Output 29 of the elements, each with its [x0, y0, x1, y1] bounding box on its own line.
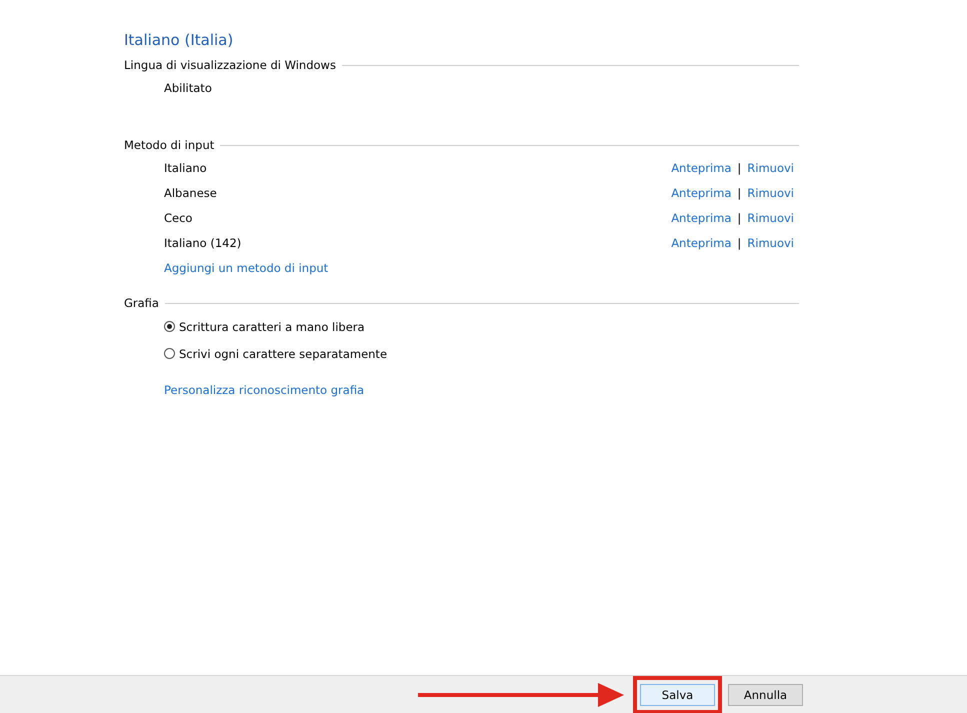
action-link[interactable]: Anteprima — [671, 236, 732, 250]
status-text: Abilitato — [164, 80, 212, 94]
section-heading: Grafia — [124, 296, 159, 310]
action-link[interactable]: Rimuovi — [747, 236, 794, 250]
add-link[interactable]: Personalizza riconoscimento grafia — [164, 382, 364, 396]
radio-label: Scrivi ogni carattere separatamente — [179, 346, 388, 360]
radio-button[interactable] — [164, 321, 175, 332]
cancel-button[interactable]: Annulla — [728, 684, 803, 706]
input-method-name: Albanese — [164, 186, 217, 200]
radio-label: Scrittura caratteri a mano libera — [179, 320, 365, 334]
separator-text: | — [737, 210, 742, 224]
action-link[interactable]: Rimuovi — [747, 160, 794, 174]
add-link[interactable]: Aggiungi un metodo di input — [164, 260, 328, 274]
input-method-name: Italiano (142) — [164, 236, 242, 250]
separator-text: | — [737, 160, 742, 174]
section-heading: Metodo di input — [124, 138, 214, 152]
input-method-name: Italiano — [164, 160, 207, 174]
action-link[interactable]: Rimuovi — [747, 186, 794, 200]
action-link[interactable]: Anteprima — [671, 186, 732, 200]
page-title: Italiano (Italia) — [124, 30, 234, 51]
separator-text: | — [737, 186, 742, 200]
radio-button[interactable] — [164, 348, 175, 359]
separator-text: | — [737, 236, 742, 250]
action-link[interactable]: Rimuovi — [747, 210, 794, 224]
action-link[interactable]: Anteprima — [671, 210, 732, 224]
save-button[interactable]: Salva — [640, 684, 715, 706]
section-heading: Lingua di visualizzazione di Windows — [124, 58, 336, 72]
input-method-name: Ceco — [164, 210, 192, 224]
action-link[interactable]: Anteprima — [671, 160, 732, 174]
